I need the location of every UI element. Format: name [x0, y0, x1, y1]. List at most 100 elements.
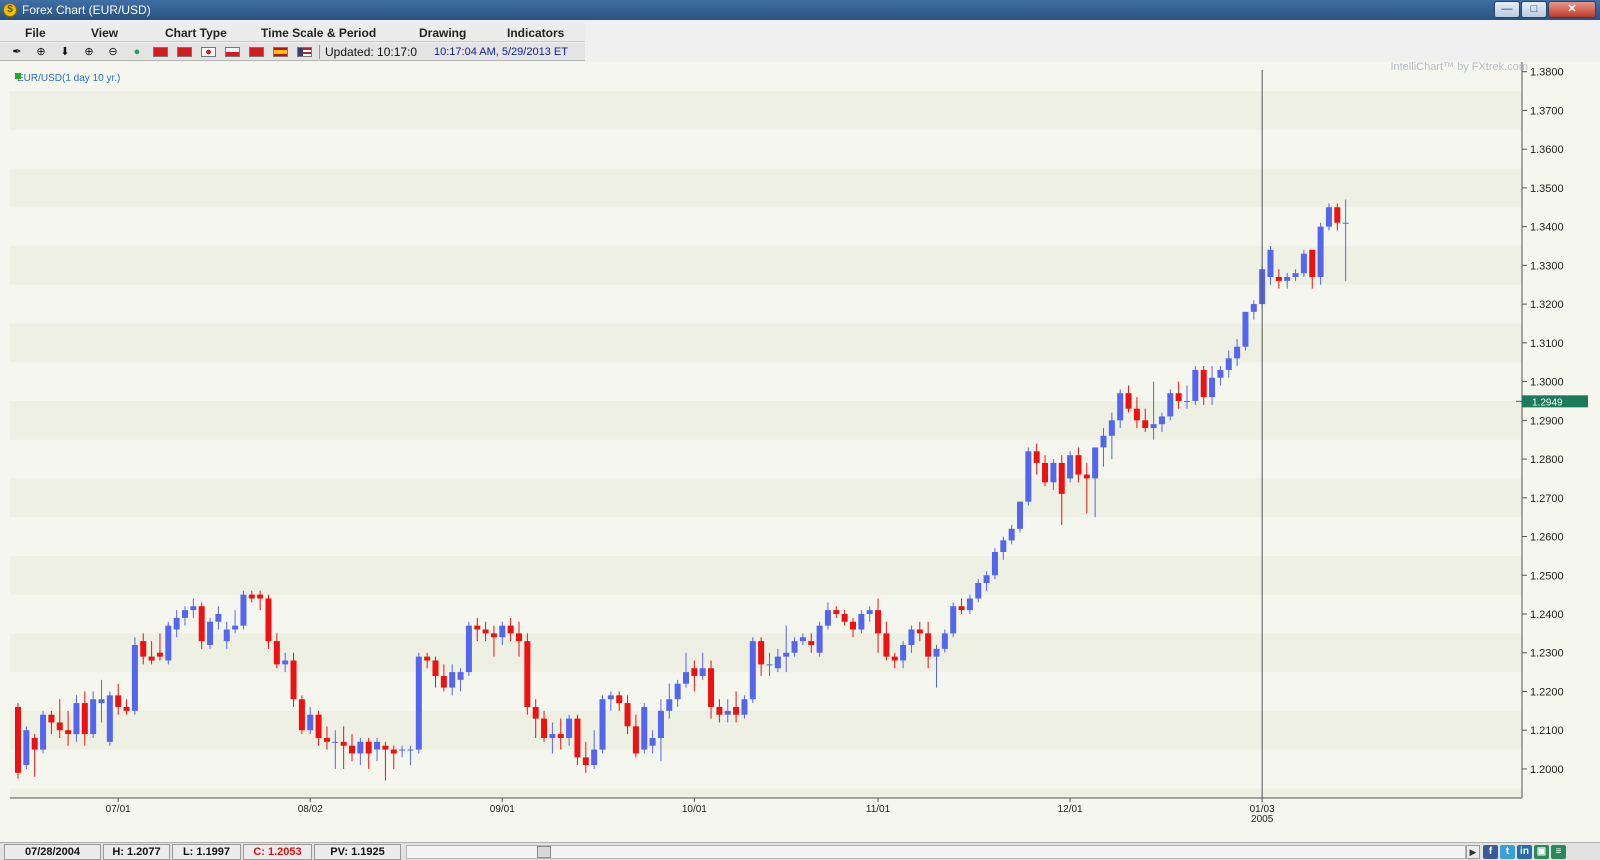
- candle-up: [282, 660, 289, 665]
- candle-up: [1300, 253, 1307, 274]
- candle-up: [207, 621, 214, 645]
- print-icon[interactable]: ≡: [1551, 845, 1566, 859]
- current-price-label: 1.2949: [1532, 397, 1563, 408]
- candle-down: [582, 757, 589, 766]
- twitter-icon[interactable]: t: [1500, 845, 1515, 859]
- candle-down: [758, 641, 765, 665]
- maximize-button[interactable]: □: [1521, 1, 1547, 18]
- candle-down: [833, 610, 840, 614]
- candle-up: [1092, 447, 1099, 479]
- candle-up: [1292, 273, 1299, 277]
- chart-band: [10, 362, 1522, 401]
- candle-up: [457, 672, 464, 680]
- candle-up: [983, 575, 990, 584]
- candle-down: [616, 695, 623, 704]
- candle-down: [1058, 462, 1065, 494]
- down-arrow-icon[interactable]: ⬇: [58, 45, 72, 59]
- candle-down: [198, 606, 205, 642]
- horizontal-scrollbar[interactable]: [406, 845, 1466, 859]
- menu-indicators[interactable]: Indicators: [507, 26, 564, 40]
- facebook-icon[interactable]: f: [1483, 845, 1498, 859]
- chart-area[interactable]: 1.2000 1.2100 1.2200 1.2300 1.2400 1.2500 1.26…: [0, 62, 1600, 842]
- candle-up: [499, 625, 506, 638]
- y-tick-label: 1.3800: [1530, 67, 1564, 79]
- y-tick-label: 1.3500: [1530, 183, 1564, 195]
- pencil-icon[interactable]: ✒: [10, 45, 24, 59]
- candle-down: [733, 706, 740, 715]
- candle-up: [549, 734, 556, 738]
- candlestick-chart[interactable]: 1.2000 1.2100 1.2200 1.2300 1.2400 1.2500 1.26…: [0, 62, 1600, 842]
- candle-up: [23, 730, 30, 766]
- y-tick-label: 1.2800: [1530, 454, 1564, 466]
- poland-flag-icon[interactable]: [225, 47, 240, 57]
- menu-chart-type[interactable]: Chart Type: [165, 26, 227, 40]
- candle-up: [165, 625, 172, 661]
- candle-up: [415, 656, 422, 750]
- candle-up: [966, 598, 973, 611]
- candle-down: [958, 606, 965, 611]
- candle-up: [975, 583, 982, 599]
- scrollbar-thumb[interactable]: [537, 846, 551, 858]
- candle-down: [440, 675, 447, 688]
- window-title: Forex Chart (EUR/USD): [22, 3, 151, 17]
- candle-up: [1167, 393, 1174, 417]
- candle-down: [524, 641, 531, 707]
- candle-down: [841, 614, 848, 622]
- candle-up: [908, 629, 915, 645]
- candle-up: [1250, 304, 1257, 312]
- toolbar-separator: [319, 45, 320, 59]
- title-bar: $ Forex Chart (EUR/USD) — □ ✕: [0, 0, 1600, 20]
- zoom-in-icon[interactable]: ⊕: [82, 45, 96, 59]
- candle-down: [323, 737, 330, 742]
- candle-up: [741, 699, 748, 715]
- chart-band: [10, 517, 1522, 556]
- usa-flag-icon[interactable]: [297, 47, 312, 57]
- candle-up: [1150, 424, 1157, 429]
- candle-down: [808, 641, 815, 645]
- toolbar: ✒ ⊕ ⬇ ⊕ ⊖ ● Updated: 10:17:0 10:17:04 AM…: [0, 43, 585, 61]
- candle-down: [123, 706, 130, 711]
- candle-down: [474, 625, 481, 630]
- close-button[interactable]: ✕: [1548, 1, 1596, 18]
- menu-file[interactable]: File: [25, 26, 46, 40]
- candle-down: [56, 722, 63, 731]
- chart-band: [10, 207, 1522, 246]
- zoom-out-icon[interactable]: ⊖: [106, 45, 120, 59]
- crosshair-icon[interactable]: ⊕: [34, 45, 48, 59]
- turkey-flag-icon[interactable]: [249, 47, 264, 57]
- hong-kong-flag-icon[interactable]: [177, 47, 192, 57]
- x-tick-label: 09/01: [490, 804, 515, 815]
- y-tick-label: 1.3400: [1530, 222, 1564, 234]
- candle-down: [248, 594, 255, 599]
- y-tick-label: 1.3600: [1530, 144, 1564, 156]
- candle-down: [432, 660, 439, 676]
- candle-up: [1008, 528, 1015, 541]
- candle-down: [298, 699, 305, 731]
- scroll-right-button[interactable]: ▶: [1466, 845, 1480, 859]
- china-flag-icon[interactable]: [153, 47, 168, 57]
- candle-up: [90, 699, 97, 735]
- spain-flag-icon[interactable]: [273, 47, 288, 57]
- y-tick-label: 1.2400: [1530, 609, 1564, 621]
- candle-down: [31, 737, 38, 750]
- candle-up: [1325, 207, 1332, 227]
- minimize-button[interactable]: —: [1494, 1, 1520, 18]
- status-bar: 07/28/2004 H: 1.2077 L: 1.1997 C: 1.2053…: [0, 842, 1600, 860]
- status-high: H: 1.2077: [103, 844, 170, 860]
- menu-drawing[interactable]: Drawing: [419, 26, 466, 40]
- globe-icon[interactable]: ●: [130, 45, 144, 59]
- candle-down: [48, 714, 55, 723]
- chart-legend: EUR/USD(1 day 10 yr.): [17, 73, 120, 84]
- window-icon[interactable]: ▣: [1534, 845, 1549, 859]
- candle-down: [507, 625, 514, 634]
- linkedin-icon[interactable]: in: [1517, 845, 1532, 859]
- japan-flag-icon[interactable]: [201, 47, 216, 57]
- candle-up: [1267, 249, 1274, 277]
- candle-up: [699, 668, 706, 676]
- candle-down: [315, 714, 322, 738]
- candle-up: [232, 625, 239, 630]
- candle-up: [607, 695, 614, 700]
- menu-time-scale-period[interactable]: Time Scale & Period: [261, 26, 376, 40]
- candle-down: [1033, 451, 1040, 463]
- menu-view[interactable]: View: [91, 26, 118, 40]
